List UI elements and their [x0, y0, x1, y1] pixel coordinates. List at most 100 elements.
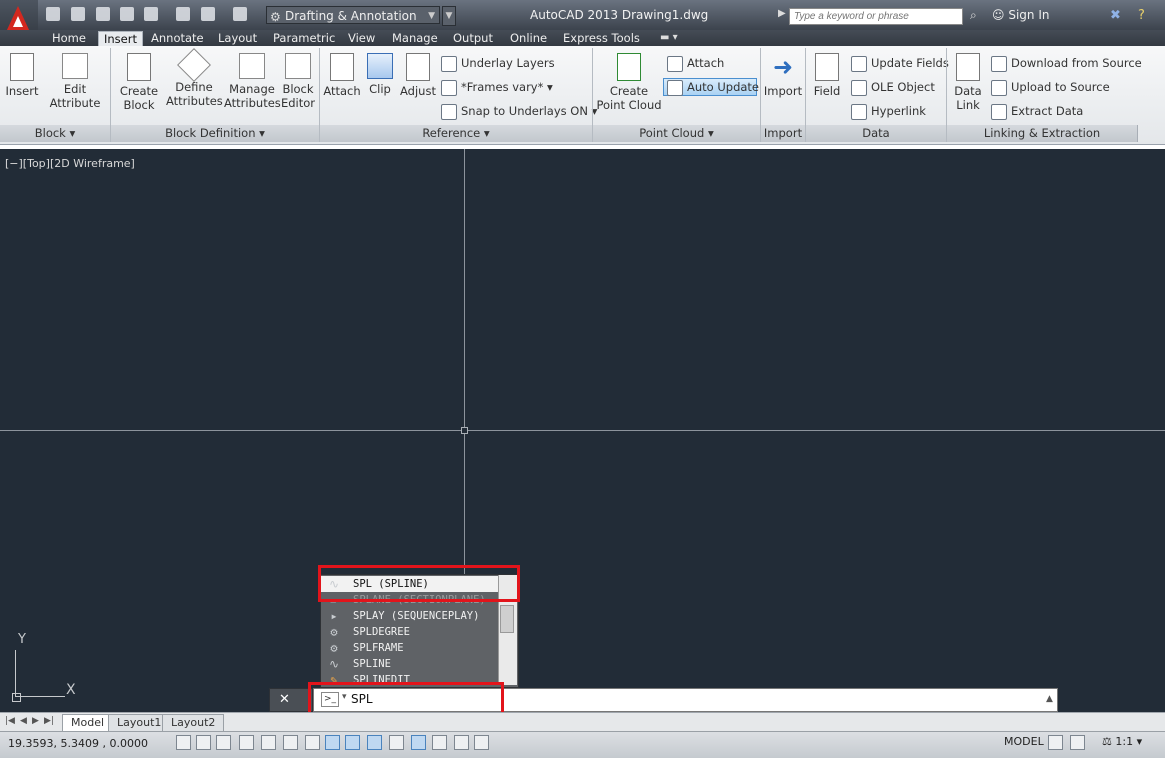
3d-object-snap-icon[interactable] — [305, 735, 320, 750]
tab-model[interactable]: Model — [62, 714, 114, 732]
block-editor-button[interactable]: Block Editor — [280, 53, 316, 110]
exchange-icon[interactable]: ✖ — [1110, 8, 1121, 23]
workspace-dropdown[interactable]: ⚙ Drafting & Annotation ▼ — [266, 6, 440, 24]
app-title: AutoCAD 2013 Drawing1.dwg — [530, 8, 709, 22]
ribbon-minimize-icon[interactable]: ▬ ▾ — [660, 32, 678, 43]
tab-layout[interactable]: Layout — [213, 31, 262, 46]
tab-layout2[interactable]: Layout2 — [162, 714, 225, 732]
field-button[interactable]: Field — [809, 53, 845, 98]
quick-view-drawings-icon[interactable] — [1070, 735, 1085, 750]
expand-search-icon[interactable]: ▶ — [778, 8, 786, 19]
frames-vary-dropdown[interactable]: *Frames vary* ▾ — [441, 79, 553, 96]
gear-icon: ⚙ — [270, 10, 281, 24]
quick-view-layouts-icon[interactable] — [1048, 735, 1063, 750]
download-from-source-button[interactable]: Download from Source — [991, 55, 1142, 72]
tab-express-tools[interactable]: Express Tools — [558, 31, 645, 46]
first-layout-icon[interactable]: |◀ — [5, 716, 15, 726]
tab-manage[interactable]: Manage — [387, 31, 443, 46]
panel-point-cloud[interactable]: Point Cloud ▾ — [593, 125, 761, 142]
panel-block[interactable]: Block ▾ — [0, 125, 111, 142]
attach-point-cloud-button[interactable]: Attach — [667, 55, 724, 72]
dynamic-ucs-icon[interactable] — [345, 735, 360, 750]
clip-button[interactable]: Clip — [363, 53, 397, 96]
snap-underlays-dropdown[interactable]: Snap to Underlays ON ▾ — [441, 103, 597, 120]
help-icon[interactable]: ? — [1138, 8, 1145, 23]
new-icon[interactable] — [46, 7, 60, 21]
polar-tracking-icon[interactable] — [261, 735, 276, 750]
plot-preview-icon[interactable] — [144, 7, 158, 21]
attach-reference-button[interactable]: Attach — [323, 53, 361, 98]
snap-mode-icon[interactable] — [196, 735, 211, 750]
autocomplete-item[interactable]: ▸ SPLAY (SEQUENCEPLAY) — [321, 608, 502, 624]
ucs-y-axis — [15, 650, 16, 696]
hyperlink-button[interactable]: Hyperlink — [851, 103, 926, 120]
edit-attribute-button[interactable]: Edit Attribute — [46, 53, 104, 110]
object-snap-icon[interactable] — [283, 735, 298, 750]
autocomplete-item[interactable]: ∿ SPLINE — [321, 656, 502, 672]
search-input[interactable] — [789, 8, 963, 25]
previous-layout-icon[interactable]: ◀ — [20, 716, 27, 726]
tab-parametric[interactable]: Parametric — [268, 31, 340, 46]
autocomplete-scroll-thumb[interactable] — [500, 605, 514, 633]
annotation-monitor-icon[interactable] — [474, 735, 489, 750]
save-icon[interactable] — [96, 7, 110, 21]
open-icon[interactable] — [71, 7, 85, 21]
underlay-layers-button[interactable]: Underlay Layers — [441, 55, 555, 72]
last-layout-icon[interactable]: ▶| — [44, 716, 54, 726]
dynamic-input-icon[interactable] — [367, 735, 382, 750]
tab-view[interactable]: View — [343, 31, 380, 46]
model-space-button[interactable]: MODEL — [1004, 735, 1044, 748]
spline-icon: ∿ — [328, 657, 340, 671]
insert-block-button[interactable]: Insert — [4, 53, 40, 98]
manage-attributes-button[interactable]: Manage Attributes — [224, 53, 281, 110]
undo-icon[interactable] — [201, 7, 215, 21]
adjust-icon — [406, 53, 430, 81]
define-attributes-button[interactable]: Define Attributes — [166, 48, 223, 108]
redo-icon[interactable] — [233, 7, 247, 21]
autocomplete-item[interactable]: ⚙ SPLFRAME — [321, 640, 502, 656]
tab-output[interactable]: Output — [448, 31, 498, 46]
print-icon[interactable] — [176, 7, 190, 21]
command-history-icon[interactable]: ▲ — [1046, 694, 1053, 704]
customize-quick-access-button[interactable]: ▼ — [442, 6, 456, 26]
upload-to-source-button[interactable]: Upload to Source — [991, 79, 1110, 96]
extract-data-button[interactable]: Extract Data — [991, 103, 1083, 120]
adjust-button[interactable]: Adjust — [399, 53, 437, 98]
manage-attributes-icon — [239, 53, 265, 79]
grid-display-icon[interactable] — [216, 735, 231, 750]
tab-annotate[interactable]: Annotate — [146, 31, 209, 46]
auto-update-label[interactable]: Auto Update — [667, 79, 759, 96]
panel-reference[interactable]: Reference ▾ — [320, 125, 593, 142]
tab-insert[interactable]: Insert — [98, 31, 143, 47]
annotation-scale-dropdown[interactable]: ⚖ 1:1 ▾ — [1102, 735, 1142, 748]
object-snap-tracking-icon[interactable] — [325, 735, 340, 750]
viewport-controls-label[interactable]: [−][Top][2D Wireframe] — [5, 157, 135, 170]
panel-data: Data — [806, 125, 947, 142]
import-button[interactable]: ➜ Import — [763, 53, 803, 98]
selection-cycling-icon[interactable] — [454, 735, 469, 750]
data-link-button[interactable]: Data Link — [950, 53, 986, 112]
next-layout-icon[interactable]: ▶ — [32, 716, 39, 726]
gear-icon: ⚙ — [330, 641, 338, 655]
cursor-coordinates[interactable]: 19.3593, 5.3409 , 0.0000 — [8, 737, 148, 750]
close-icon[interactable]: ✕ — [279, 692, 290, 707]
command-line-grip[interactable] — [269, 688, 313, 712]
save-as-icon[interactable] — [120, 7, 134, 21]
ole-object-icon — [851, 79, 867, 96]
create-block-button[interactable]: Create Block — [116, 53, 162, 112]
binoculars-icon[interactable]: ⌕ — [970, 8, 984, 22]
ortho-mode-icon[interactable] — [239, 735, 254, 750]
create-point-cloud-button[interactable]: Create Point Cloud — [596, 53, 662, 112]
lineweight-icon[interactable] — [389, 735, 404, 750]
transparency-icon[interactable] — [411, 735, 426, 750]
sign-in-button[interactable]: ☺ Sign In — [992, 8, 1049, 22]
autocad-logo-icon — [6, 6, 30, 32]
ole-object-button[interactable]: OLE Object — [851, 79, 935, 96]
quick-properties-icon[interactable] — [432, 735, 447, 750]
update-fields-button[interactable]: Update Fields — [851, 55, 949, 72]
tab-home[interactable]: Home — [47, 31, 91, 46]
panel-block-definition[interactable]: Block Definition ▾ — [111, 125, 320, 142]
tab-online[interactable]: Online — [505, 31, 552, 46]
autocomplete-item[interactable]: ⚙ SPLDEGREE — [321, 624, 502, 640]
infer-constraints-icon[interactable] — [176, 735, 191, 750]
